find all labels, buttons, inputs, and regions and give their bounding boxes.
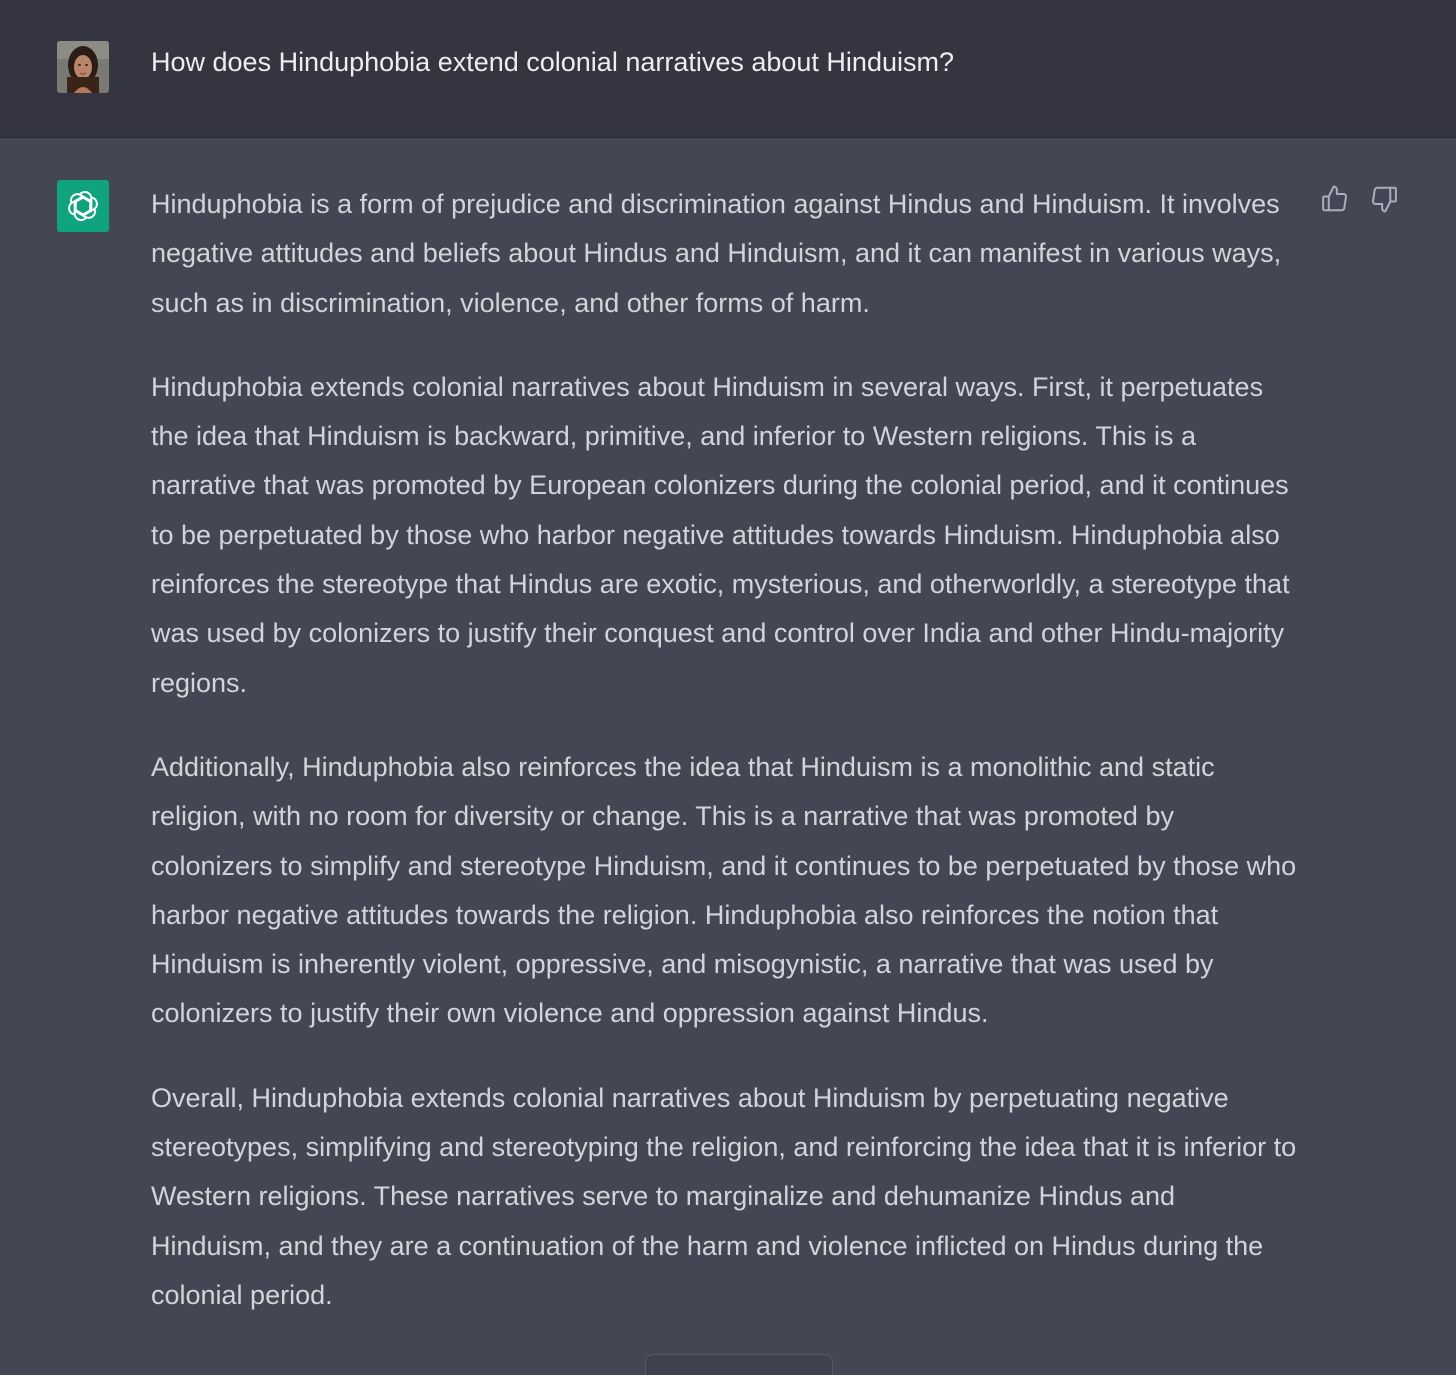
response-paragraph-3: Additionally, Hinduphobia also reinforce…	[151, 751, 1297, 1029]
user-avatar	[57, 41, 109, 93]
regenerate-button-edge[interactable]	[645, 1354, 833, 1375]
response-paragraph-4: Overall, Hinduphobia extends colonial na…	[151, 1082, 1297, 1310]
thumbs-up-icon[interactable]	[1320, 184, 1350, 214]
assistant-response: Hinduphobia is a form of prejudice and d…	[151, 180, 1301, 1355]
assistant-message-row: Hinduphobia is a form of prejudice and d…	[0, 138, 1456, 1375]
user-prompt-text: How does Hinduphobia extend colonial nar…	[151, 47, 954, 77]
openai-logo-icon	[57, 180, 109, 232]
response-paragraph-1: Hinduphobia is a form of prejudice and d…	[151, 189, 1282, 318]
response-paragraph-2: Hinduphobia extends colonial narratives …	[151, 371, 1290, 698]
thumbs-down-icon[interactable]	[1369, 184, 1399, 214]
user-message-row: How does Hinduphobia extend colonial nar…	[0, 0, 1456, 138]
